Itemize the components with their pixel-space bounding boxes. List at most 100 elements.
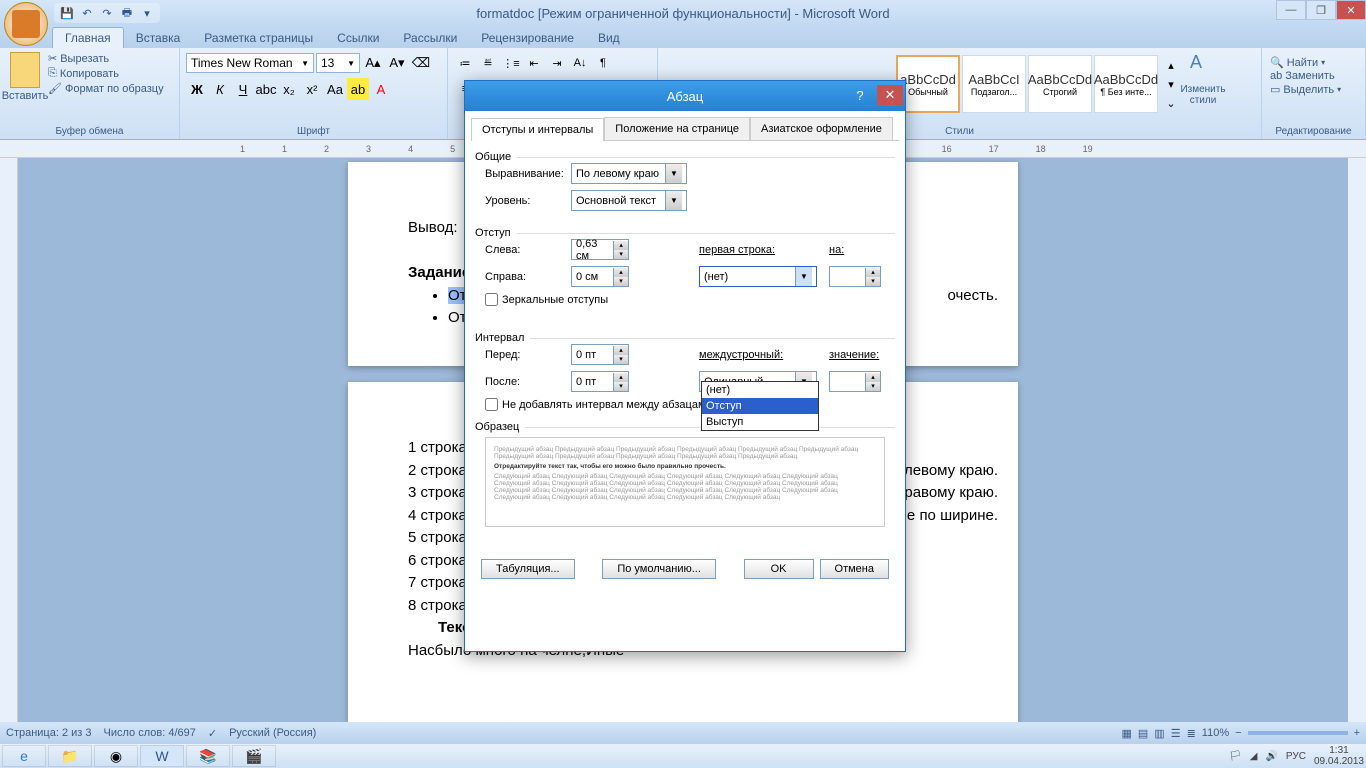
change-styles-button[interactable]: A Изменить стили <box>1178 52 1228 116</box>
maximize-button[interactable]: ❐ <box>1306 0 1336 20</box>
clock[interactable]: 1:31 09.04.2013 <box>1314 745 1364 767</box>
highlight-button[interactable]: ab <box>347 78 369 100</box>
view-web-icon[interactable]: ▥ <box>1154 727 1164 740</box>
tray-flag-icon[interactable]: 🏳 <box>1229 751 1242 762</box>
before-spin[interactable]: 0 пт▴▾ <box>571 344 629 365</box>
zoom-value[interactable]: 110% <box>1202 727 1229 739</box>
language-indicator[interactable]: Русский (Россия) <box>229 727 316 740</box>
increase-indent-button[interactable]: ⇥ <box>546 52 568 74</box>
tab-references[interactable]: Ссылки <box>325 28 391 48</box>
dialog-tab-indents[interactable]: Отступы и интервалы <box>471 118 604 141</box>
font-size-combo[interactable]: 13▼ <box>316 53 360 73</box>
ruler-vertical[interactable] <box>0 158 18 722</box>
view-read-icon[interactable]: ▤ <box>1138 727 1148 740</box>
linespacing-value-spin[interactable]: ▴▾ <box>829 371 881 392</box>
numbering-button[interactable]: ≝ <box>477 52 499 74</box>
word-icon[interactable]: W <box>140 745 184 767</box>
after-spin[interactable]: 0 пт▴▾ <box>571 371 629 392</box>
bold-button[interactable]: Ж <box>186 78 208 100</box>
tray-network-icon[interactable]: ◢ <box>1250 751 1258 762</box>
tab-layout[interactable]: Разметка страницы <box>192 28 325 48</box>
zoom-out-icon[interactable]: − <box>1235 727 1241 739</box>
right-indent-spin[interactable]: 0 см▴▾ <box>571 266 629 287</box>
view-draft-icon[interactable]: ≣ <box>1187 727 1196 740</box>
tabs-button[interactable]: Табуляция... <box>481 559 575 579</box>
replace-label: Заменить <box>1285 70 1334 82</box>
zoom-slider[interactable] <box>1248 731 1348 735</box>
multilevel-button[interactable]: ⋮≡ <box>500 52 522 74</box>
tab-insert[interactable]: Вставка <box>124 28 193 48</box>
paste-button[interactable]: Вставить <box>6 52 44 116</box>
mirror-indents-checkbox[interactable] <box>485 293 498 306</box>
style-nospace[interactable]: AaBbCcDd ¶ Без инте... <box>1094 55 1158 113</box>
strikethrough-button[interactable]: abc <box>255 78 277 100</box>
dialog-help-button[interactable]: ? <box>847 85 873 105</box>
save-icon[interactable]: 💾 <box>58 4 76 22</box>
winrar-icon[interactable]: 📚 <box>186 745 230 767</box>
select-button[interactable]: ▭Выделить▾ <box>1270 83 1357 96</box>
firstline-by-spin[interactable]: ▴▾ <box>829 266 881 287</box>
tab-review[interactable]: Рецензирование <box>469 28 586 48</box>
scrollbar-vertical[interactable] <box>1348 158 1366 722</box>
tab-view[interactable]: Вид <box>586 28 632 48</box>
align-combo[interactable]: По левому краю▼ <box>571 163 687 184</box>
zoom-in-icon[interactable]: + <box>1354 727 1360 739</box>
dropdown-item-indent[interactable]: Отступ <box>702 398 818 414</box>
close-button[interactable]: ✕ <box>1336 0 1366 20</box>
word-count[interactable]: Число слов: 4/697 <box>104 727 196 740</box>
print-icon[interactable]: 🖶 <box>118 4 136 22</box>
tray-language[interactable]: РУС <box>1286 751 1306 762</box>
change-case-button[interactable]: Aa <box>324 78 346 100</box>
tray-sound-icon[interactable]: 🔊 <box>1265 751 1277 762</box>
find-button[interactable]: 🔍Найти▾ <box>1270 56 1357 69</box>
shrink-font-button[interactable]: A▾ <box>386 52 408 74</box>
cut-button[interactable]: ✂Вырезать <box>48 52 164 65</box>
font-name-combo[interactable]: Times New Roman▼ <box>186 53 314 73</box>
subscript-button[interactable]: x₂ <box>278 78 300 100</box>
ie-icon[interactable]: e <box>2 745 46 767</box>
sort-button[interactable]: A↓ <box>569 52 591 74</box>
bullets-button[interactable]: ≔ <box>454 52 476 74</box>
dropdown-item-hanging[interactable]: Выступ <box>702 414 818 430</box>
page-indicator[interactable]: Страница: 2 из 3 <box>6 727 92 740</box>
dialog-tab-asian[interactable]: Азиатское оформление <box>750 117 893 140</box>
style-preview: AaBbCcDd <box>1094 72 1158 87</box>
dropdown-item-none[interactable]: (нет) <box>702 382 818 398</box>
copy-button[interactable]: ⎘Копировать <box>48 67 164 80</box>
style-subtitle[interactable]: AaBbCcI Подзагол... <box>962 55 1026 113</box>
font-color-button[interactable]: A <box>370 78 392 100</box>
left-indent-spin[interactable]: 0,63 см▴▾ <box>571 239 629 260</box>
firstline-combo[interactable]: (нет)▼ <box>699 266 817 287</box>
explorer-icon[interactable]: 📁 <box>48 745 92 767</box>
dialog-titlebar[interactable]: Абзац ? ✕ <box>465 81 905 111</box>
grow-font-button[interactable]: A▴ <box>362 52 384 74</box>
replace-button[interactable]: abЗаменить <box>1270 70 1357 82</box>
dialog-close-button[interactable]: ✕ <box>877 85 903 105</box>
ok-button[interactable]: OK <box>744 559 814 579</box>
dialog-tab-position[interactable]: Положение на странице <box>604 117 750 140</box>
style-strong[interactable]: AaBbCcDd Строгий <box>1028 55 1092 113</box>
qat-dropdown-icon[interactable]: ▾ <box>138 4 156 22</box>
default-button[interactable]: По умолчанию... <box>602 559 716 579</box>
level-combo[interactable]: Основной текст▼ <box>571 190 687 211</box>
tab-home[interactable]: Главная <box>52 27 124 48</box>
format-painter-button[interactable]: 🖌Формат по образцу <box>48 82 164 95</box>
redo-icon[interactable]: ↷ <box>98 4 116 22</box>
chrome-icon[interactable]: ◉ <box>94 745 138 767</box>
show-marks-button[interactable]: ¶ <box>592 52 614 74</box>
no-space-checkbox[interactable] <box>485 398 498 411</box>
cancel-button[interactable]: Отмена <box>820 559 889 579</box>
undo-icon[interactable]: ↶ <box>78 4 96 22</box>
superscript-button[interactable]: x² <box>301 78 323 100</box>
office-button[interactable] <box>4 2 48 46</box>
underline-button[interactable]: Ч <box>232 78 254 100</box>
italic-button[interactable]: К <box>209 78 231 100</box>
tab-mailings[interactable]: Рассылки <box>391 28 469 48</box>
minimize-button[interactable]: — <box>1276 0 1306 20</box>
clear-format-button[interactable]: ⌫ <box>410 52 432 74</box>
spellcheck-icon[interactable]: ✓ <box>208 727 217 740</box>
view-outline-icon[interactable]: ☰ <box>1171 727 1181 740</box>
decrease-indent-button[interactable]: ⇤ <box>523 52 545 74</box>
media-icon[interactable]: 🎬 <box>232 745 276 767</box>
view-print-icon[interactable]: ▦ <box>1121 727 1131 740</box>
